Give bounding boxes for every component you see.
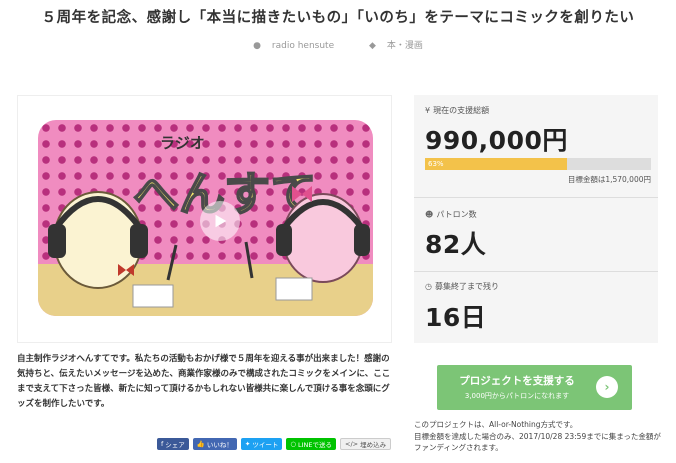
facebook-icon: f	[161, 440, 164, 448]
project-meta: ● radio hensute ◆ 本・漫画	[0, 38, 676, 51]
play-icon	[215, 214, 227, 228]
support-project-button[interactable]: プロジェクトを支援する 3,000円からパトロンになれます ›	[437, 365, 632, 410]
logo-small-text: ラジオ	[160, 134, 205, 152]
cat-headphone-left	[48, 224, 66, 258]
facebook-share-button[interactable]: f シェア	[157, 438, 189, 450]
tweet-label: ツイート	[252, 441, 279, 449]
video-player[interactable]: ラジオ へんすて	[17, 95, 392, 343]
goal-amount: 目標金額は1,570,000円	[567, 175, 651, 184]
line-share-button[interactable]: ○ LINEで送る	[286, 438, 337, 450]
embed-label: 埋め込み	[360, 441, 387, 449]
yen-icon: ¥	[425, 106, 431, 115]
pink-character	[282, 193, 364, 283]
progress-bar: 63%	[425, 158, 651, 170]
mic-stand-right	[244, 241, 254, 279]
cat-character	[53, 191, 143, 289]
paper-right	[275, 277, 313, 301]
patrons-label: ☻ パトロン数	[425, 209, 477, 220]
clock-icon: ◷	[425, 282, 432, 291]
pink-headphone-right	[354, 224, 370, 256]
tag-icon: ◆	[369, 41, 376, 51]
patrons-count: 82人	[425, 230, 487, 259]
remaining-days: 16日	[425, 303, 487, 332]
user-icon: ●	[253, 41, 261, 51]
author-link[interactable]: ● radio hensute	[245, 41, 342, 51]
raised-amount: 990,000円	[425, 126, 568, 155]
note-line-2: 目標金額を達成した場合のみ、2017/10/28 23:59までに集まった金額が…	[414, 431, 661, 453]
note-line-1: このプロジェクトは、All-or-Nothing方式です。	[414, 420, 578, 429]
support-button-label: プロジェクトを支援する	[459, 375, 575, 387]
code-icon: </>	[345, 440, 359, 448]
funding-panel: ¥ 現在の支援総額 990,000円 63% 目標金額は1,570,000円 ☻ パ…	[414, 95, 658, 343]
pink-headphone-left	[276, 224, 292, 256]
support-button-sublabel: 3,000円からパトロンになれます	[464, 392, 570, 400]
mic-stand-left	[166, 244, 178, 281]
play-button[interactable]	[200, 201, 240, 241]
remaining-label: ◷ 募集終了まで残り	[425, 281, 499, 292]
page-title: ５周年を記念、感謝し「本当に描きたいもの」「いのち」をテーマにコミックを創りたい	[41, 10, 635, 26]
divider	[414, 271, 658, 272]
cat-headphone-right	[130, 224, 148, 258]
author-name: radio hensute	[271, 41, 335, 51]
thumbs-up-icon: 👍	[196, 440, 205, 448]
embed-button[interactable]: </> 埋め込み	[340, 438, 392, 450]
facebook-like-button[interactable]: 👍 いいね！	[192, 438, 237, 450]
raised-label: ¥ 現在の支援総額	[425, 105, 489, 116]
funding-method-note: このプロジェクトは、All-or-Nothing方式です。 目標金額を達成した場…	[414, 419, 664, 454]
line-label: LINEで送る	[298, 441, 333, 449]
twitter-icon: ✦	[244, 440, 251, 448]
facebook-share-label: シェア	[165, 441, 185, 449]
divider	[414, 197, 658, 198]
patrons-label-text: パトロン数	[436, 210, 477, 219]
users-icon: ☻	[425, 210, 434, 219]
project-description: 自主制作ラジオへんすてです。私たちの活動もおかげ様で５周年を迎える事が出来ました…	[17, 354, 391, 409]
line-icon: ○	[290, 440, 297, 448]
tweet-button[interactable]: ✦ ツイート	[240, 438, 283, 450]
remaining-label-text: 募集終了まで残り	[434, 282, 499, 291]
share-buttons: f シェア 👍 いいね！ ✦ ツイート ○ LINEで送る </> 埋め込み	[157, 438, 392, 450]
paper-left	[132, 284, 174, 308]
like-label: いいね！	[206, 441, 233, 449]
progress-fill: 63%	[425, 158, 568, 170]
category-name: 本・漫画	[386, 41, 423, 51]
raised-label-text: 現在の支援総額	[433, 106, 490, 115]
chevron-right-icon: ›	[596, 376, 618, 398]
category-link[interactable]: ◆ 本・漫画	[361, 41, 431, 51]
